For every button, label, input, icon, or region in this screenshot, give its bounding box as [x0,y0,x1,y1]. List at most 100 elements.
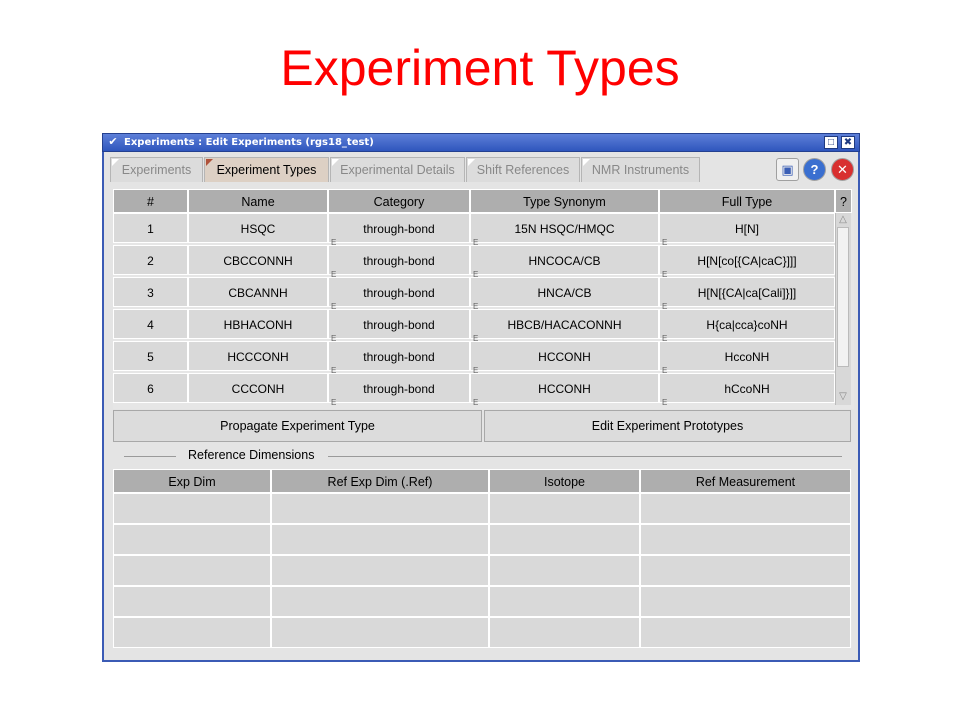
scroll-down-icon[interactable]: ▽ [836,390,850,404]
table-cell[interactable]: through-bond E [328,277,470,311]
tab-label: Experiments [121,163,192,177]
cell-text: 5 [147,350,154,364]
cell-text: HBHACONH [223,318,293,332]
edit-marker: E [331,398,337,407]
column-header-label: Type Synonym [523,195,606,209]
table-cell[interactable]: HCCCONH [188,341,328,371]
table-help-button[interactable]: ? [835,189,852,213]
table-cell[interactable] [640,586,851,617]
slide-title: Experiment Types [280,40,680,96]
tab-experiment-types[interactable]: Experiment Types [204,157,329,182]
table-cell[interactable] [489,555,640,586]
scroll-thumb[interactable] [837,227,849,367]
table-cell[interactable] [640,493,851,524]
cell-text: through-bond [363,350,435,364]
tab-nmr-instruments[interactable]: NMR Instruments [581,157,700,182]
edit-experiment-prototypes-button[interactable]: Edit Experiment Prototypes [484,410,851,442]
cell-text: H{ca|cca}coNH [706,318,788,332]
propagate-experiment-type-button[interactable]: Propagate Experiment Type [113,410,482,442]
table-cell[interactable]: HSQC [188,213,328,243]
table-cell[interactable] [113,617,271,648]
cell-text: HSQC [240,222,276,236]
table-cell[interactable]: 4 [113,309,188,339]
table-cell[interactable] [271,617,489,648]
table-cell[interactable] [640,555,851,586]
table-cell[interactable]: HCCONH E [470,341,659,375]
table-cell[interactable]: CCCONH [188,373,328,403]
table-cell[interactable] [271,586,489,617]
column-header[interactable]: Category [328,189,470,213]
table-cell[interactable]: HCCONH E [470,373,659,407]
table-cell[interactable] [489,524,640,555]
help-icon[interactable]: ? [803,158,826,181]
cell-text: CCCONH [231,382,285,396]
column-header-label: Ref Measurement [695,475,796,489]
window-titlebar[interactable]: ✔ Experiments : Edit Experiments (rgs18_… [102,133,860,152]
table-cell[interactable]: HBCB/HACACONNH E [470,309,659,343]
table-cell[interactable]: HNCA/CB E [470,277,659,311]
maximize-icon[interactable]: □ [824,136,838,149]
cell-text: HCCCONH [227,350,289,364]
table-cell[interactable] [271,493,489,524]
table-cell[interactable] [113,493,271,524]
column-header[interactable]: Ref Exp Dim (.Ref) [271,469,489,493]
table-cell[interactable] [113,524,271,555]
table-cell[interactable]: H[N[co[{CA|caC}]]] E [659,245,835,279]
table-cell[interactable]: CBCCONNH [188,245,328,275]
column-header[interactable]: Name [188,189,328,213]
table-cell[interactable]: 5 [113,341,188,371]
column-header-label: Isotope [543,475,585,489]
table-cell[interactable]: 6 [113,373,188,403]
table-cell[interactable]: through-bond E [328,309,470,343]
table-cell[interactable]: 2 [113,245,188,275]
table-cell[interactable] [640,524,851,555]
cell-text: H[N] [735,222,759,236]
table-cell[interactable] [489,493,640,524]
table-cell[interactable] [113,555,271,586]
cell-text: through-bond [363,318,435,332]
table-cell[interactable]: through-bond E [328,373,470,407]
column-header-label: Full Type [721,195,773,209]
column-header-label: Name [241,195,275,209]
tab-shift-references[interactable]: Shift References [466,157,580,182]
table-cell[interactable] [271,555,489,586]
table-cell[interactable] [113,586,271,617]
scroll-up-icon[interactable]: △ [836,213,850,227]
close-icon[interactable]: ✕ [831,158,854,181]
table-cell[interactable]: hCcoNH E [659,373,835,407]
table-cell[interactable] [271,524,489,555]
column-header[interactable]: Type Synonym [470,189,659,213]
table-cell[interactable]: CBCANNH [188,277,328,307]
tab-experimental-details[interactable]: Experimental Details [330,157,465,182]
column-header[interactable]: # [113,189,188,213]
table-cell[interactable] [489,617,640,648]
experiments-window: ✔ Experiments : Edit Experiments (rgs18_… [102,133,860,662]
table-cell[interactable] [640,617,851,648]
table-cell[interactable]: H{ca|cca}coNH E [659,309,835,343]
column-header[interactable]: Ref Measurement [640,469,851,493]
table-cell[interactable]: through-bond E [328,341,470,375]
column-header-label: Exp Dim [168,475,216,489]
windows-icon[interactable]: ▣ [776,158,799,181]
window-menu-icon[interactable]: ✔ [106,136,120,149]
table-cell[interactable]: HNCOCA/CB E [470,245,659,279]
close-window-icon[interactable]: ✖ [841,136,855,149]
table-cell[interactable]: H[N] E [659,213,835,247]
table-cell[interactable]: H[N[{CA|ca[Cali]}]] E [659,277,835,311]
tab-experiments[interactable]: Experiments [110,157,203,182]
table-cell[interactable] [489,586,640,617]
table-cell[interactable]: HccoNH E [659,341,835,375]
table-cell[interactable]: 3 [113,277,188,307]
experiment-types-table: # Name Category Type Synonym Full Type ?… [113,189,854,409]
column-header[interactable]: Exp Dim [113,469,271,493]
column-header[interactable]: Full Type [659,189,835,213]
table-cell[interactable]: 15N HSQC/HMQC E [470,213,659,247]
column-header-label: Category [373,195,425,209]
cell-text: HBCB/HACACONNH [507,318,622,332]
table-cell[interactable]: HBHACONH [188,309,328,339]
table-scrollbar[interactable]: △ ▽ [835,213,851,405]
column-header[interactable]: Isotope [489,469,640,493]
table-cell[interactable]: 1 [113,213,188,243]
table-cell[interactable]: through-bond E [328,245,470,279]
table-cell[interactable]: through-bond E [328,213,470,247]
